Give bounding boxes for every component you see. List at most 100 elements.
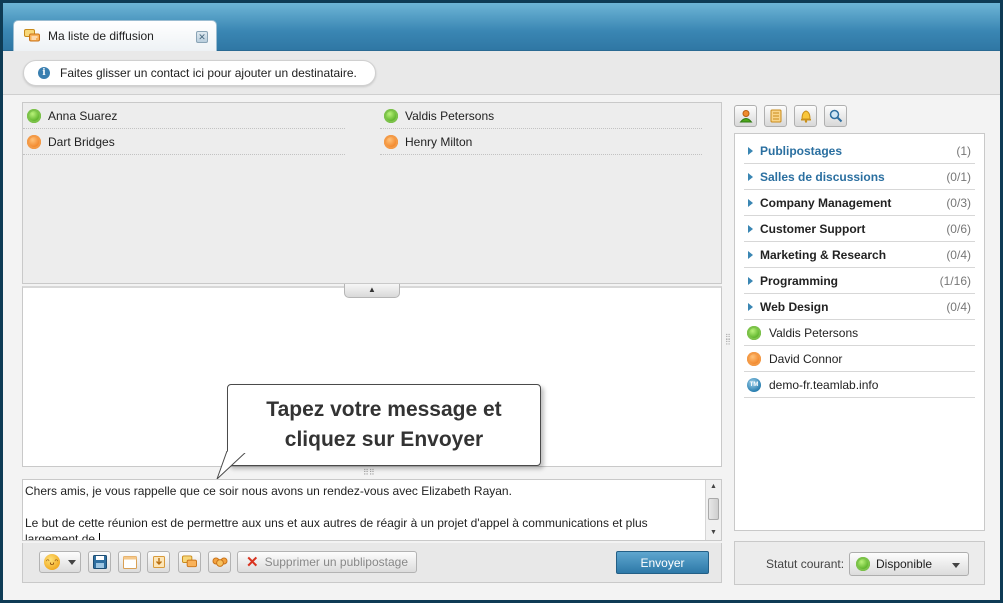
- collapse-handle[interactable]: ▲: [344, 284, 400, 298]
- chat-bubbles-icon: [24, 29, 40, 42]
- group-name: Web Design: [760, 299, 829, 314]
- scroll-down-icon[interactable]: ▼: [706, 526, 721, 540]
- bell-icon: [800, 110, 811, 123]
- smiley-icon: ᵔᴗᵔ: [44, 554, 60, 570]
- chat-history-button[interactable]: [178, 551, 201, 573]
- contact-name: Valdis Petersons: [769, 325, 859, 340]
- group-name: Customer Support: [760, 221, 866, 236]
- group-button[interactable]: [208, 551, 231, 573]
- app-window: Ma liste de diffusion ✕ i Faites glisser…: [0, 0, 1003, 603]
- recipient-item[interactable]: Valdis Petersons: [380, 103, 702, 129]
- group-count: (1): [956, 143, 971, 158]
- attach-file-button[interactable]: [147, 551, 170, 573]
- callout-tail: [216, 451, 248, 480]
- expand-arrow-icon: [748, 198, 753, 207]
- callout-line-1: Tapez votre message et: [266, 398, 502, 421]
- tab-title: Ma liste de diffusion: [48, 29, 154, 43]
- calendar-button[interactable]: [118, 551, 141, 573]
- notifications-button[interactable]: [794, 105, 817, 127]
- group-publipostages[interactable]: Publipostages (1): [744, 138, 975, 164]
- contact-name: demo-fr.teamlab.info: [769, 377, 879, 392]
- group-chat-rooms[interactable]: Salles de discussions (0/1): [744, 164, 975, 190]
- search-icon: [829, 109, 842, 123]
- chat-bubbles-icon: [182, 555, 197, 568]
- group-marketing-research[interactable]: Marketing & Research (0/4): [744, 242, 975, 268]
- text-caret: [99, 533, 101, 540]
- add-contact-button[interactable]: [734, 105, 757, 127]
- hint-callout: Tapez votre message et cliquez sur Envoy…: [227, 384, 541, 466]
- expand-arrow-icon: [748, 250, 753, 259]
- resize-grip[interactable]: ⠿⠿: [363, 469, 377, 477]
- expand-arrow-icon: [748, 172, 753, 181]
- save-button[interactable]: [88, 551, 111, 573]
- close-icon[interactable]: ✕: [196, 31, 208, 43]
- expand-arrow-icon: [748, 276, 753, 285]
- away-status-icon: [27, 134, 41, 149]
- recipients-column-left: Anna Suarez Dart Bridges: [23, 103, 345, 155]
- group-name: Programming: [760, 273, 839, 288]
- status-panel: Statut courant: Disponible: [734, 541, 985, 585]
- group-name: Company Management: [760, 195, 892, 210]
- callout-line-2: cliquez sur Envoyer: [284, 428, 484, 451]
- contact-item[interactable]: Valdis Petersons: [744, 320, 975, 346]
- group-count: (0/4): [946, 247, 971, 262]
- delete-mailing-button[interactable]: ✕ Supprimer un publipostage: [237, 551, 417, 573]
- recipients-area[interactable]: Anna Suarez Dart Bridges Valdis Peterson…: [22, 102, 722, 284]
- online-status-icon: [27, 108, 41, 123]
- contact-tools: [734, 105, 847, 127]
- online-status-icon: [747, 325, 761, 340]
- group-name: Publipostages: [760, 143, 843, 158]
- contact-name: David Connor: [769, 351, 843, 366]
- chevron-up-icon: ▲: [368, 285, 376, 294]
- info-bar: i Faites glisser un contact ici pour ajo…: [3, 51, 1000, 95]
- emoticon-button[interactable]: ᵔᴗᵔ: [39, 551, 81, 573]
- away-status-icon: [747, 351, 761, 366]
- address-book-button[interactable]: [764, 105, 787, 127]
- recipient-item[interactable]: Anna Suarez: [23, 103, 345, 129]
- recipient-item[interactable]: Henry Milton: [380, 129, 702, 155]
- drop-hint-text: Faites glisser un contact ici pour ajout…: [60, 66, 357, 80]
- expand-arrow-icon: [748, 224, 753, 233]
- delete-x-icon: ✕: [245, 554, 259, 571]
- group-customer-support[interactable]: Customer Support (0/6): [744, 216, 975, 242]
- away-status-icon: [384, 134, 398, 149]
- vertical-resize-grip[interactable]: ⠿ ⠿: [725, 334, 731, 351]
- group-count: (0/6): [946, 221, 971, 236]
- calendar-icon: [122, 556, 137, 569]
- status-label: Statut courant:: [766, 557, 845, 571]
- message-line-3: largement de: [25, 532, 99, 541]
- message-scrollbar[interactable]: ▲ ▼: [705, 480, 721, 540]
- group-name: Salles de discussions: [760, 169, 885, 184]
- group-company-management[interactable]: Company Management (0/3): [744, 190, 975, 216]
- tab-mailing-list[interactable]: Ma liste de diffusion ✕: [13, 20, 217, 51]
- search-button[interactable]: [824, 105, 847, 127]
- group-count: (0/1): [946, 169, 971, 184]
- send-button[interactable]: Envoyer: [616, 551, 709, 574]
- contact-item[interactable]: TM demo-fr.teamlab.info: [744, 372, 975, 398]
- online-status-icon: [384, 108, 398, 123]
- user-icon: [738, 110, 753, 123]
- address-book-icon: [770, 109, 781, 123]
- scroll-up-icon[interactable]: ▲: [706, 480, 721, 494]
- message-line-1: Chers amis, je vous rappelle que ce soir…: [25, 484, 512, 498]
- tab-bar: Ma liste de diffusion ✕: [3, 3, 1000, 51]
- group-count: (1/16): [939, 273, 971, 288]
- message-input[interactable]: Chers amis, je vous rappelle que ce soir…: [22, 479, 722, 541]
- scroll-thumb[interactable]: [708, 498, 719, 520]
- drop-hint: i Faites glisser un contact ici pour ajo…: [23, 60, 376, 86]
- contact-item[interactable]: David Connor: [744, 346, 975, 372]
- recipient-name: Anna Suarez: [48, 108, 118, 123]
- floppy-disk-icon: [92, 555, 107, 569]
- expand-arrow-icon: [748, 302, 753, 311]
- status-value: Disponible: [876, 557, 933, 571]
- chevron-down-icon: [952, 563, 960, 568]
- info-icon: i: [38, 67, 50, 79]
- recipient-item[interactable]: Dart Bridges: [23, 129, 345, 155]
- group-count: (0/4): [946, 299, 971, 314]
- contact-list: Publipostages (1) Salles de discussions …: [734, 133, 985, 531]
- status-dropdown[interactable]: Disponible: [849, 552, 969, 576]
- online-status-icon: [856, 557, 870, 571]
- message-toolbar: ᵔᴗᵔ ✕ Supprimer un publipostage Envoyer: [22, 543, 722, 583]
- group-programming[interactable]: Programming (1/16): [744, 268, 975, 294]
- group-web-design[interactable]: Web Design (0/4): [744, 294, 975, 320]
